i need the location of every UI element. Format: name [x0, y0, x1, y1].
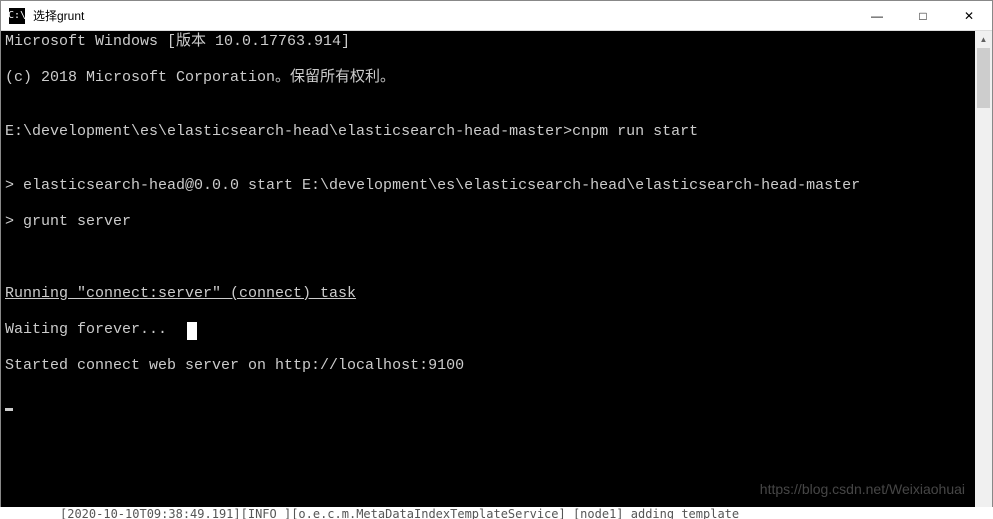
terminal-line: Microsoft Windows [版本 10.0.17763.914] — [5, 33, 971, 51]
terminal-line: Waiting forever... — [5, 321, 971, 339]
terminal-line: Started connect web server on http://loc… — [5, 357, 971, 375]
window-icon: C:\ — [9, 8, 25, 24]
maximize-button[interactable]: □ — [900, 1, 946, 30]
terminal-window: C:\ 选择grunt — □ ✕ Microsoft Windows [版本 … — [0, 0, 993, 519]
caret-icon — [5, 408, 13, 411]
terminal-caret-line — [5, 393, 971, 411]
watermark-text: https://blog.csdn.net/Weixiaohuai — [760, 481, 965, 498]
terminal-wrapper: Microsoft Windows [版本 10.0.17763.914] (c… — [1, 31, 992, 518]
scroll-up-button[interactable]: ▲ — [975, 31, 992, 48]
minimize-button[interactable]: — — [854, 1, 900, 30]
titlebar[interactable]: C:\ 选择grunt — □ ✕ — [1, 1, 992, 31]
clipped-background-text: [2020-10-10T09:38:49.191][INFO ][o.e.c.m… — [0, 507, 993, 519]
close-button[interactable]: ✕ — [946, 1, 992, 30]
terminal-line: (c) 2018 Microsoft Corporation。保留所有权利。 — [5, 69, 971, 87]
window-title: 选择grunt — [33, 7, 854, 24]
window-controls: — □ ✕ — [854, 1, 992, 30]
terminal-line: E:\development\es\elasticsearch-head\ela… — [5, 123, 971, 141]
terminal-line: > elasticsearch-head@0.0.0 start E:\deve… — [5, 177, 971, 195]
scrollbar-track[interactable] — [975, 48, 992, 501]
selection-cursor — [187, 322, 197, 340]
terminal-line: Running "connect:server" (connect) task — [5, 285, 971, 303]
terminal-line: > grunt server — [5, 213, 971, 231]
scrollbar-thumb[interactable] — [977, 48, 990, 108]
terminal-output[interactable]: Microsoft Windows [版本 10.0.17763.914] (c… — [1, 31, 975, 518]
vertical-scrollbar[interactable]: ▲ ▼ — [975, 31, 992, 518]
